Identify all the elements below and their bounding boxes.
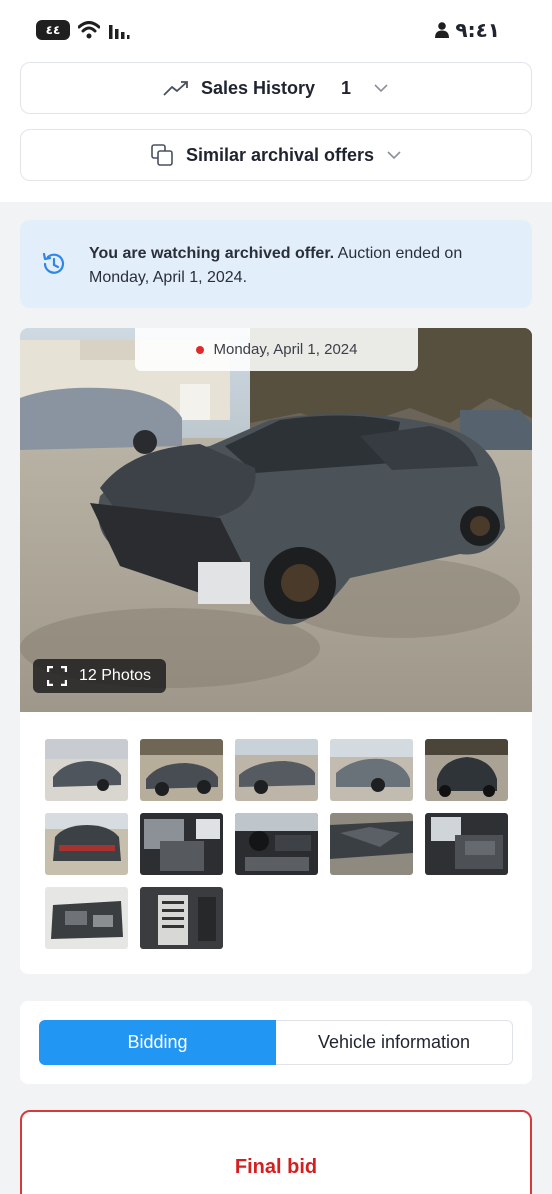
similar-offers-label: Similar archival offers xyxy=(185,144,375,165)
car-photo xyxy=(20,328,532,712)
thumbnail[interactable] xyxy=(140,813,223,875)
thumbnail[interactable] xyxy=(425,813,508,875)
battery-icon: ٤٤ xyxy=(36,20,70,40)
status-dot xyxy=(195,345,204,354)
history-icon xyxy=(42,252,65,274)
auction-date-label: Monday, April 1, 2024 xyxy=(213,341,358,358)
tab-vehicle-information[interactable]: Vehicle information xyxy=(276,1020,513,1065)
chevron-down-icon xyxy=(387,151,401,160)
thumbnail[interactable] xyxy=(330,739,413,801)
notice-bold-text: You are watching archived offer. xyxy=(89,245,335,262)
fullscreen-icon xyxy=(47,666,67,686)
header-card: Sales History 1 Similar archival offers xyxy=(0,60,552,202)
similar-offers-button[interactable]: Similar archival offers xyxy=(20,129,532,181)
sales-history-count: 1 xyxy=(341,77,352,98)
person-icon xyxy=(435,22,450,38)
trending-up-icon xyxy=(163,81,188,96)
thumbnail[interactable] xyxy=(235,739,318,801)
thumbnail[interactable] xyxy=(425,739,508,801)
tabs-card: Bidding Vehicle information xyxy=(20,1001,532,1084)
thumbnail[interactable] xyxy=(235,813,318,875)
thumbnail[interactable] xyxy=(330,813,413,875)
status-bar: ٤٤ ٩:٤١ xyxy=(0,0,552,60)
notice-text: You are watching archived offer. Auction… xyxy=(89,242,509,290)
view-all-photos-button[interactable]: 12 Photos xyxy=(33,659,166,693)
sales-history-button[interactable]: Sales History 1 xyxy=(20,62,532,114)
photos-count-label: 12 Photos xyxy=(79,667,152,684)
sales-history-label: Sales History xyxy=(200,77,316,98)
final-bid-card: Final bid xyxy=(20,1110,532,1194)
photo-gallery: Monday, April 1, 2024 12 Photos xyxy=(20,328,532,974)
auction-date-tag: Monday, April 1, 2024 xyxy=(135,328,418,371)
thumbnail[interactable] xyxy=(45,813,128,875)
thumbnail[interactable] xyxy=(140,739,223,801)
final-bid-label: Final bid xyxy=(234,1156,318,1178)
wifi-icon xyxy=(78,21,100,39)
main-photo[interactable]: Monday, April 1, 2024 12 Photos xyxy=(20,328,532,712)
copy-icon xyxy=(151,144,173,166)
archived-notice: You are watching archived offer. Auction… xyxy=(20,220,532,308)
thumbnail[interactable] xyxy=(45,887,128,949)
clock: ٩:٤١ xyxy=(455,18,500,42)
tab-bidding[interactable]: Bidding xyxy=(39,1020,276,1065)
chevron-down-icon xyxy=(374,84,388,93)
thumbnail[interactable] xyxy=(45,739,128,801)
thumbnail[interactable] xyxy=(140,887,223,949)
signal-icon xyxy=(109,25,130,39)
